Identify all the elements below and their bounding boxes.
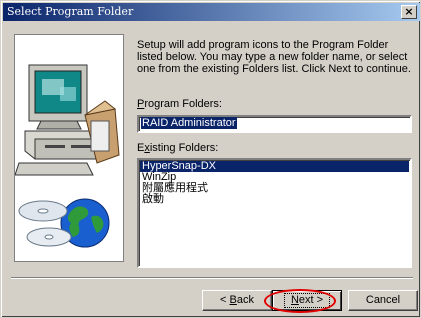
select-program-folder-dialog: Select Program Folder × Setup will add p…: [0, 0, 421, 318]
existing-folders-list[interactable]: HyperSnap-DX WinZip 附屬應用程式 啟動: [137, 158, 412, 268]
list-item[interactable]: HyperSnap-DX: [140, 161, 409, 172]
program-folders-label: Program Folders:: [137, 98, 222, 110]
instructions-text: Setup will add program icons to the Prog…: [137, 39, 411, 75]
close-icon: ×: [404, 5, 414, 18]
program-folder-input[interactable]: RAID Administrator: [137, 115, 412, 133]
list-item[interactable]: 附屬應用程式: [140, 183, 409, 194]
window-title: Select Program Folder: [7, 5, 134, 18]
separator: [11, 277, 413, 279]
computer-globe-cd-icon: [14, 64, 120, 248]
program-folder-value: RAID Administrator: [141, 117, 237, 129]
back-button[interactable]: < Back: [202, 290, 272, 311]
close-button[interactable]: ×: [401, 5, 417, 19]
existing-folders-label: Existing Folders:: [137, 142, 219, 154]
list-item[interactable]: 啟動: [140, 194, 409, 205]
next-button[interactable]: Next >: [272, 290, 342, 311]
title-bar[interactable]: Select Program Folder ×: [3, 3, 420, 21]
setup-illustration: [14, 34, 124, 262]
cancel-button[interactable]: Cancel: [348, 290, 418, 311]
